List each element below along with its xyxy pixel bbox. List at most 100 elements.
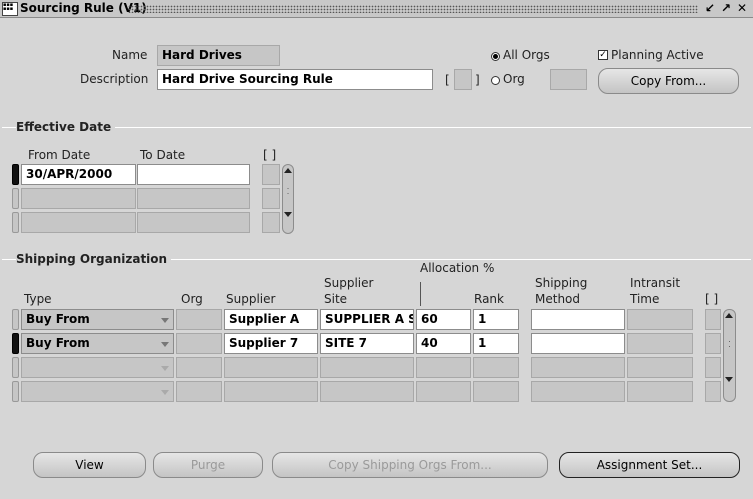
intransit-time-field[interactable] [627, 333, 693, 354]
dff-bracket-close: ] [475, 73, 480, 87]
rank-field[interactable]: 1 [473, 309, 519, 330]
supplier-site-field[interactable] [320, 381, 414, 402]
type-dropdown[interactable]: Buy From [21, 309, 174, 330]
scroll-grip-icon[interactable]: ⁚ [724, 340, 735, 349]
planning-active-checkbox[interactable]: ✓ [598, 50, 608, 60]
shipping-org-title: Shipping Organization [16, 252, 172, 266]
shipping-method-field[interactable] [531, 309, 625, 330]
shipping-org-scrollbar[interactable]: ⁚ [723, 309, 736, 402]
from-date-header: From Date [28, 148, 91, 162]
shipping-dff-header: [ ] [705, 292, 719, 306]
shipping-dff-field[interactable] [705, 309, 721, 330]
shipping-method-field[interactable] [531, 357, 625, 378]
shipping-dff-field[interactable] [705, 357, 721, 378]
allocation-header: Allocation % [420, 261, 495, 275]
scroll-down-icon[interactable] [725, 377, 733, 382]
minimize-icon[interactable]: ↙ [705, 1, 715, 15]
supplier-site-field[interactable] [320, 357, 414, 378]
effective-date-scrollbar[interactable]: ⁚ [282, 164, 294, 234]
row-indicator[interactable] [12, 333, 19, 354]
chevron-down-icon [161, 342, 169, 347]
view-button[interactable]: View [33, 452, 146, 478]
to-date-field[interactable] [137, 188, 250, 209]
effective-dff-field[interactable] [262, 164, 280, 185]
all-orgs-radio[interactable] [491, 50, 500, 64]
org-header: Org [181, 292, 203, 306]
shipping-method-field[interactable] [531, 333, 625, 354]
supplier-field[interactable] [224, 381, 318, 402]
purge-button[interactable]: Purge [153, 452, 263, 478]
from-date-field[interactable]: 30/APR/2000 [21, 164, 136, 185]
intransit-header-line1: Intransit [630, 276, 681, 290]
org-radio[interactable] [491, 74, 500, 88]
shipping-dff-field[interactable] [705, 333, 721, 354]
from-date-field[interactable] [21, 188, 136, 209]
org-field[interactable] [550, 69, 587, 90]
scroll-up-icon[interactable] [284, 168, 292, 173]
org-field[interactable] [176, 357, 222, 378]
scroll-grip-icon[interactable]: ⁚ [283, 187, 293, 196]
shipping-method-field[interactable] [531, 381, 625, 402]
scroll-down-icon[interactable] [284, 212, 292, 217]
org-label: Org [503, 72, 525, 86]
row-indicator[interactable] [12, 309, 19, 330]
rank-field[interactable] [473, 357, 519, 378]
org-field[interactable] [176, 309, 222, 330]
oracle-forms-icon: ▪▪▪ ▪▪▪ [2, 2, 18, 16]
effective-dff-header: [ ] [263, 148, 277, 162]
supplier-field[interactable]: Supplier A [224, 309, 318, 330]
supplier-header: Supplier [226, 292, 276, 306]
row-indicator[interactable] [12, 188, 19, 209]
supplier-site-header-line2: Site [324, 292, 348, 306]
type-dropdown[interactable]: Buy From [21, 333, 174, 354]
intransit-time-field[interactable] [627, 309, 693, 330]
effective-dff-field[interactable] [262, 188, 280, 209]
from-date-field[interactable] [21, 212, 136, 233]
maximize-icon[interactable]: ↗ [721, 1, 731, 15]
to-date-field[interactable] [137, 164, 250, 185]
close-icon[interactable]: ✕ [737, 1, 747, 15]
supplier-field[interactable]: Supplier 7 [224, 333, 318, 354]
row-indicator[interactable] [12, 357, 19, 378]
intransit-time-field[interactable] [627, 357, 693, 378]
intransit-time-field[interactable] [627, 381, 693, 402]
row-indicator[interactable] [12, 164, 19, 185]
chevron-down-icon [161, 318, 169, 323]
rank-header: Rank [474, 292, 504, 306]
supplier-site-header-line1: Supplier [324, 276, 374, 290]
type-value: Buy From [26, 312, 90, 326]
name-label: Name [112, 48, 148, 62]
shipping-method-header-line2: Method [535, 292, 581, 306]
rank-field[interactable]: 1 [473, 333, 519, 354]
chevron-down-icon [161, 366, 169, 371]
type-header: Type [24, 292, 52, 306]
description-field[interactable]: Hard Drive Sourcing Rule [157, 69, 433, 90]
row-indicator[interactable] [12, 212, 19, 233]
rank-field[interactable] [473, 381, 519, 402]
org-field[interactable] [176, 333, 222, 354]
allocation-field[interactable] [416, 357, 471, 378]
type-dropdown[interactable] [21, 381, 174, 402]
org-field[interactable] [176, 381, 222, 402]
row-indicator[interactable] [12, 381, 19, 402]
supplier-field[interactable] [224, 357, 318, 378]
name-field[interactable]: Hard Drives [157, 45, 280, 66]
assignment-set-button[interactable]: Assignment Set... [559, 452, 740, 478]
copy-from-button[interactable]: Copy From... [598, 68, 739, 94]
shipping-dff-field[interactable] [705, 381, 721, 402]
allocation-field[interactable] [416, 381, 471, 402]
type-value: Buy From [26, 336, 90, 350]
supplier-site-field[interactable]: SUPPLIER A S [320, 309, 414, 330]
scroll-up-icon[interactable] [725, 313, 733, 318]
intransit-header-line2: Time [630, 292, 660, 306]
effective-date-title: Effective Date [16, 120, 116, 134]
to-date-field[interactable] [137, 212, 250, 233]
allocation-field[interactable]: 60 [416, 309, 471, 330]
allocation-field[interactable]: 40 [416, 333, 471, 354]
effective-dff-field[interactable] [262, 212, 280, 233]
copy-shipping-orgs-button[interactable]: Copy Shipping Orgs From... [272, 452, 548, 478]
shipping-method-header-line1: Shipping [535, 276, 588, 290]
descriptive-flexfield[interactable] [454, 69, 472, 90]
supplier-site-field[interactable]: SITE 7 [320, 333, 414, 354]
type-dropdown[interactable] [21, 357, 174, 378]
